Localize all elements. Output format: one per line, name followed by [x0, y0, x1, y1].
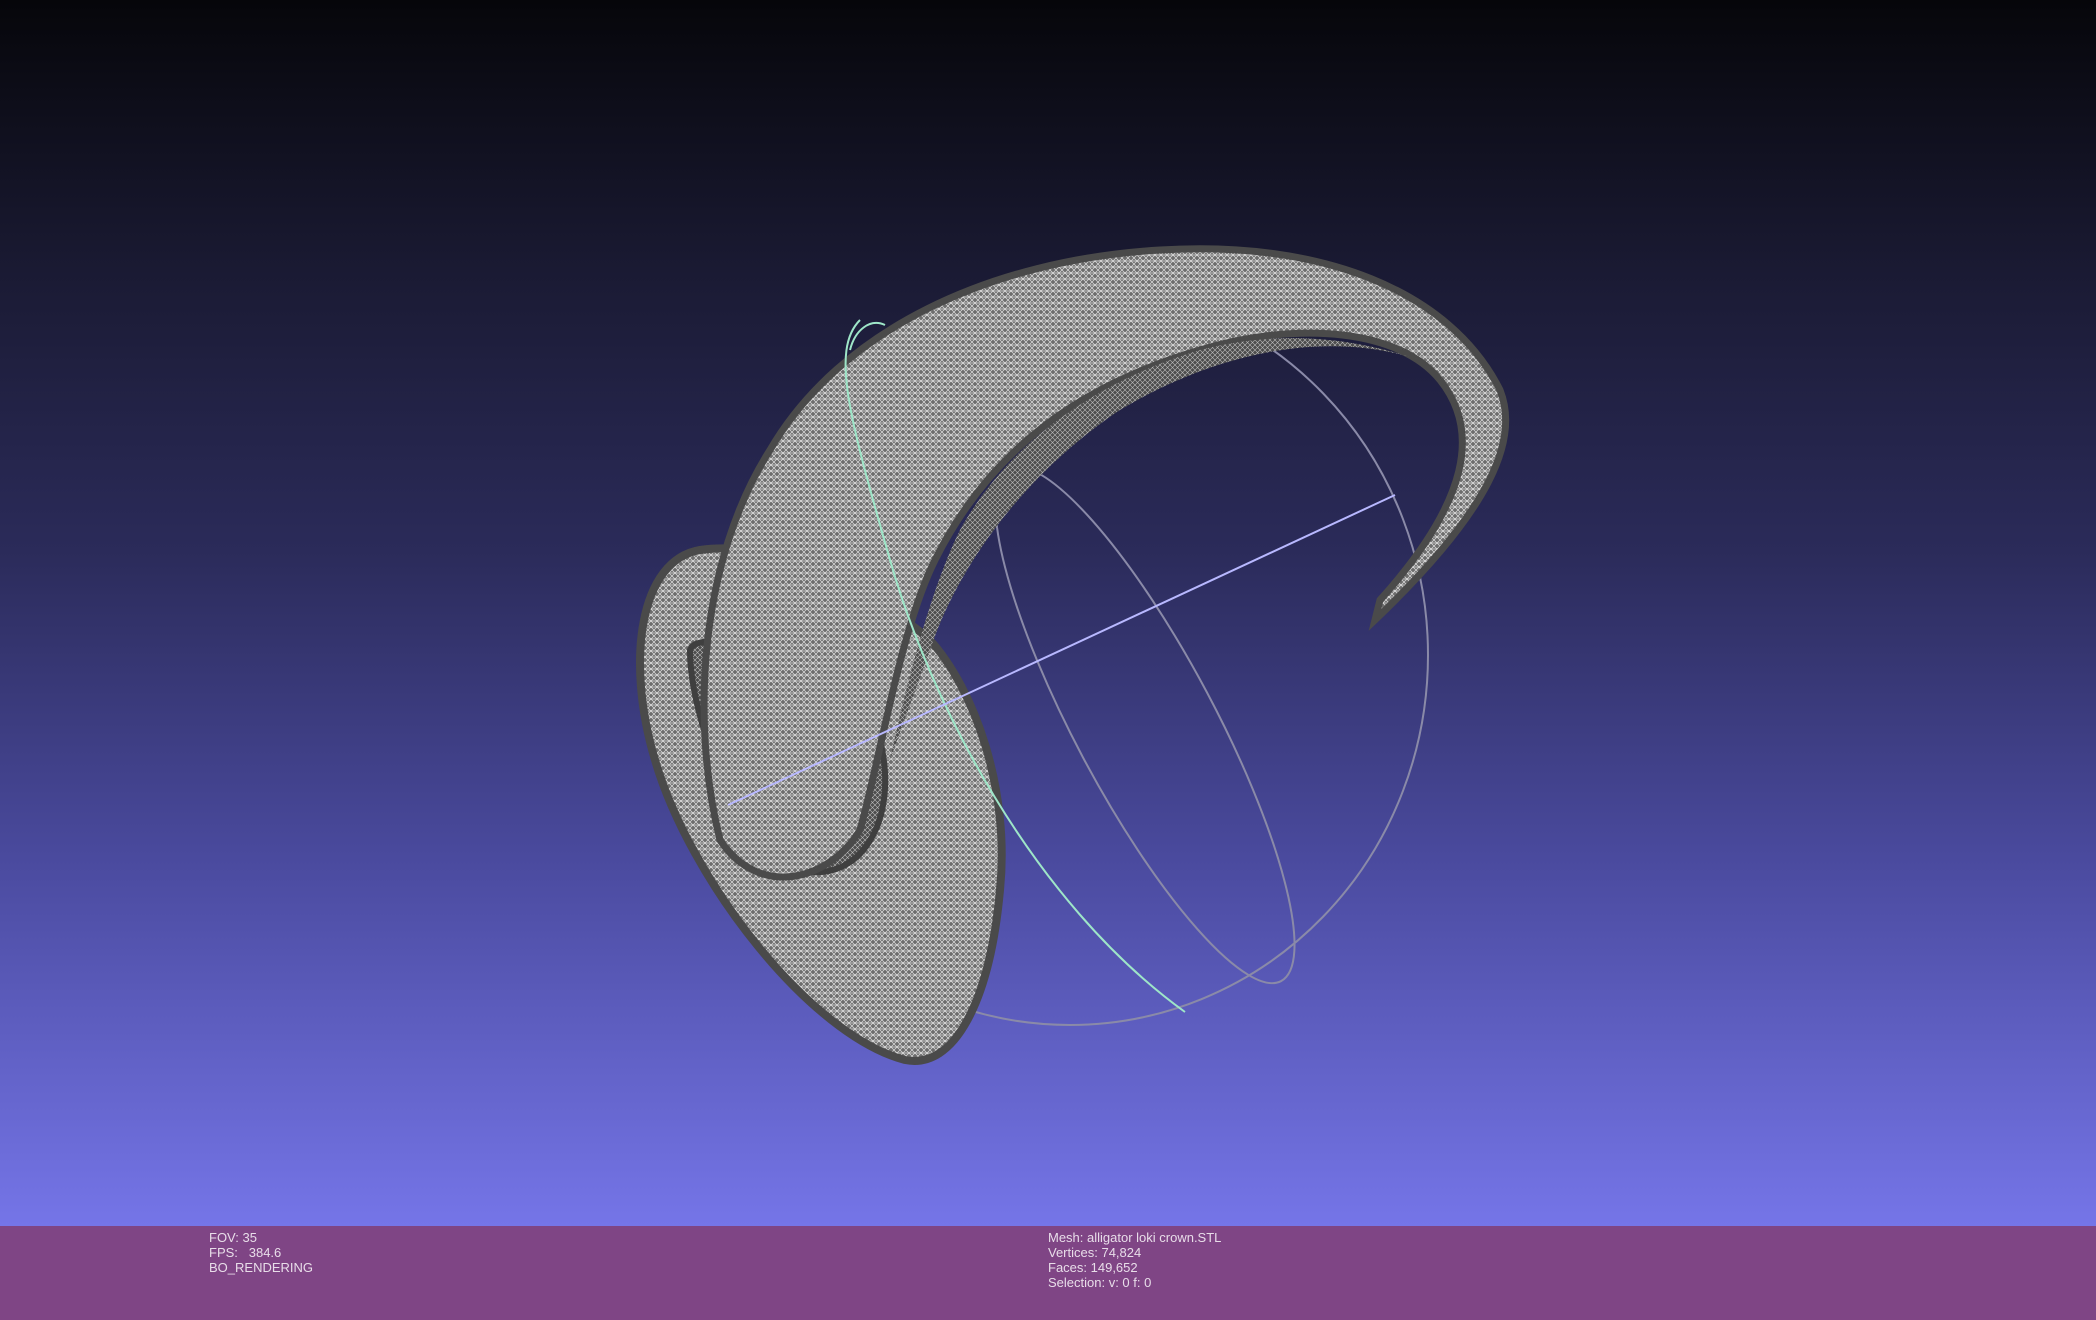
mesh-info: Mesh: alligator loki crown.STL Vertices:… [1048, 1230, 1221, 1290]
vertices-label: Vertices: 74,824 [1048, 1245, 1142, 1260]
fps-label: FPS: 384.6 [209, 1245, 282, 1260]
3d-viewport[interactable] [0, 0, 2096, 1226]
render-info: FOV: 35 FPS: 384.6 BO_RENDERING [209, 1230, 313, 1275]
mesh-horn [700, 245, 1510, 881]
mesh-scene[interactable] [0, 0, 2096, 1226]
mesh-name-label: Mesh: alligator loki crown.STL [1048, 1230, 1222, 1245]
trackball-ring-gray-vertical [994, 465, 1296, 985]
status-info-bar: FOV: 35 FPS: 384.6 BO_RENDERING Mesh: al… [0, 1226, 2096, 1320]
render-mode-label: BO_RENDERING [209, 1260, 314, 1275]
faces-label: Faces: 149,652 [1048, 1260, 1138, 1275]
selection-label: Selection: v: 0 f: 0 [1048, 1275, 1152, 1290]
fov-label: FOV: 35 [209, 1230, 257, 1245]
